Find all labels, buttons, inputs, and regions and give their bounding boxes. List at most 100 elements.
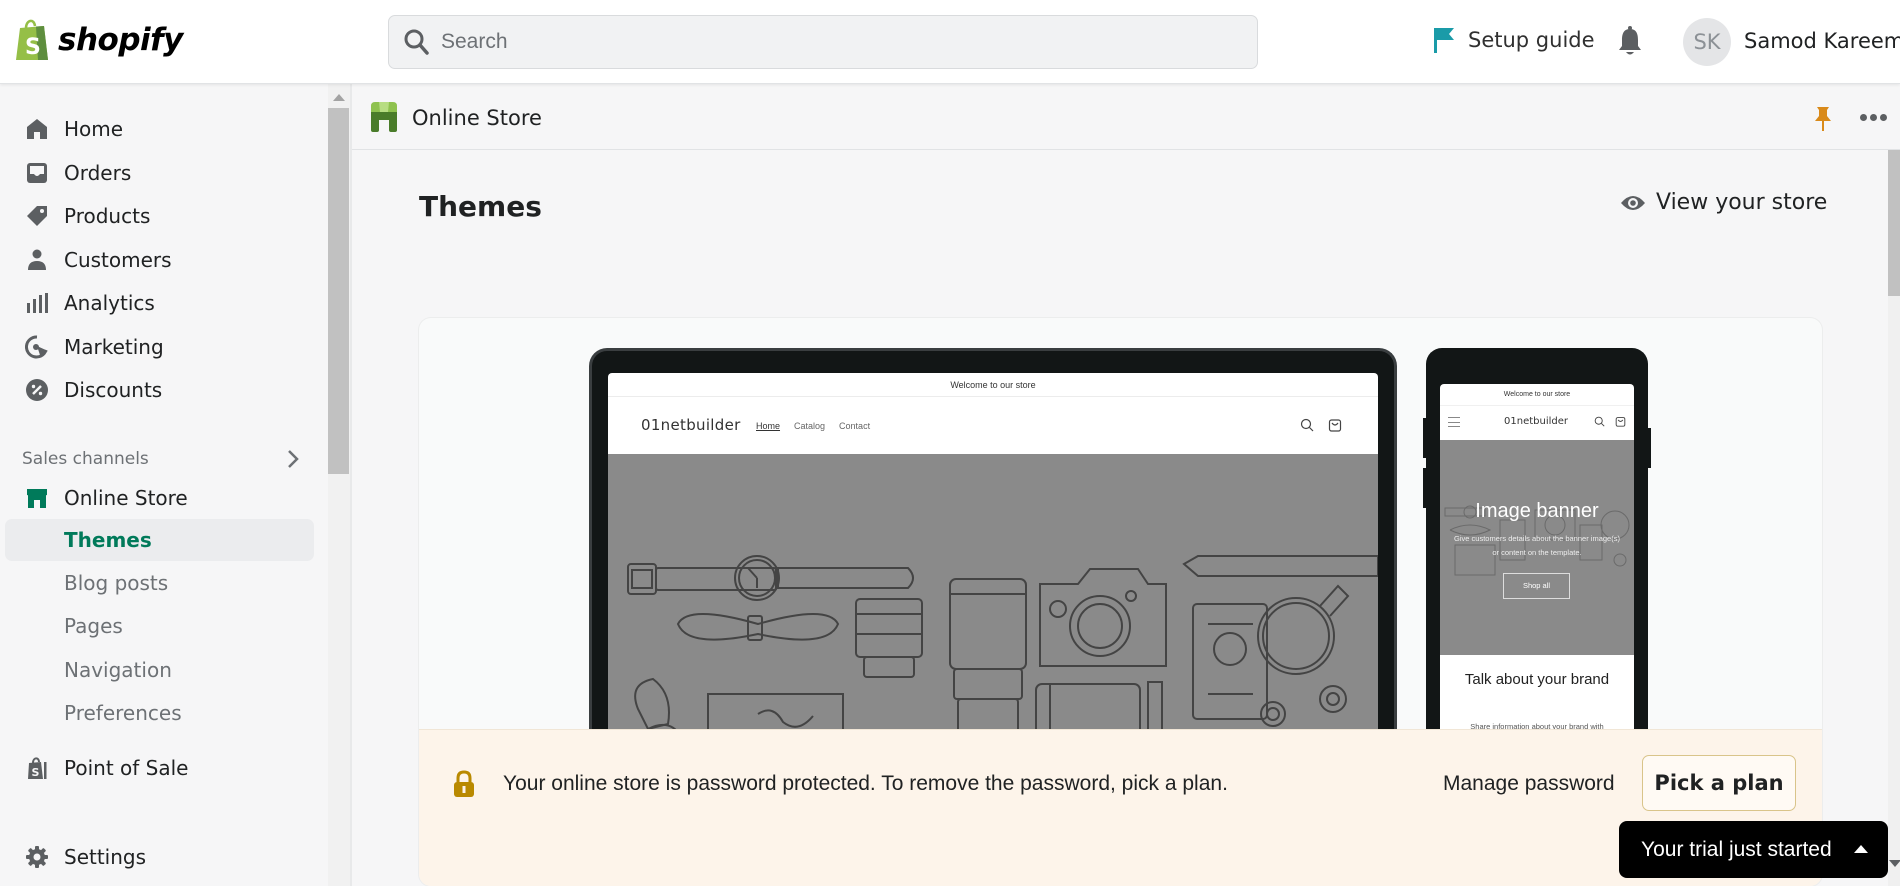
mobile-shop-all-button: Shop all — [1503, 573, 1570, 599]
analytics-icon — [24, 290, 50, 316]
point-of-sale-icon: S — [24, 755, 50, 781]
gear-icon — [24, 844, 50, 870]
marketing-icon — [24, 334, 50, 360]
sidebar-subitem-label: Navigation — [64, 658, 172, 682]
view-store-button[interactable]: View your store — [1620, 190, 1827, 215]
flag-icon — [1434, 28, 1454, 53]
svg-text:S: S — [32, 766, 40, 779]
top-bar: S shopify Setup guide SK Samod Kareem — [0, 0, 1900, 84]
mobile-banner-text: Give customers details about the banner … — [1454, 534, 1620, 557]
mobile-banner-title: Image banner — [1475, 500, 1599, 522]
manage-password-button[interactable]: Manage password — [1443, 772, 1615, 796]
main-scrollbar[interactable] — [1888, 150, 1900, 886]
app-subheader: Online Store — [352, 84, 1900, 150]
chevron-right-icon[interactable] — [284, 448, 302, 470]
hero-illustration — [627, 555, 1378, 773]
mobile-preview-screen: Welcome to our store 01netbuilder Image … — [1440, 384, 1634, 774]
sidebar-scrollbar-thumb[interactable] — [328, 108, 349, 474]
eye-icon — [1621, 195, 1645, 210]
sidebar-item-label: Discounts — [64, 378, 163, 402]
desktop-preview[interactable]: Welcome to our store 01netbuilder Home C… — [589, 348, 1397, 773]
app-title: Online Store — [412, 106, 542, 130]
sidebar-subitem-label: Pages — [64, 614, 123, 638]
sidebar-item-customers[interactable]: Customers — [0, 240, 314, 280]
setup-guide-label: Setup guide — [1468, 28, 1595, 52]
sidebar: Home Orders Products Customers Analytics… — [0, 84, 328, 886]
sidebar-item-label: Point of Sale — [64, 756, 189, 780]
sidebar-item-label: Products — [64, 204, 151, 228]
search-input[interactable] — [441, 30, 1221, 54]
hero-image-banner — [608, 454, 1378, 773]
mobile-search-icon — [1594, 416, 1605, 427]
sidebar-item-settings[interactable]: Settings — [0, 837, 314, 877]
sales-channels-header[interactable]: Sales channels — [22, 444, 302, 474]
online-store-app-icon — [371, 102, 397, 132]
sidebar-item-marketing[interactable]: Marketing — [0, 327, 314, 367]
sidebar-item-label: Orders — [64, 161, 132, 185]
home-icon — [24, 116, 50, 142]
sidebar-item-products[interactable]: Products — [0, 196, 314, 236]
user-name[interactable]: Samod Kareem — [1744, 29, 1900, 53]
search-icon — [404, 29, 429, 55]
pin-icon[interactable] — [1814, 106, 1832, 132]
scroll-up-arrow-icon[interactable] — [333, 94, 345, 101]
caret-up-icon — [1854, 845, 1868, 853]
sidebar-item-online-store[interactable]: Online Store — [0, 478, 314, 518]
user-avatar[interactable]: SK — [1683, 18, 1731, 66]
password-protection-banner: Your online store is password protected.… — [419, 729, 1822, 886]
setup-guide-button[interactable]: Setup guide — [1432, 26, 1595, 54]
mobile-preview[interactable]: Welcome to our store 01netbuilder Image … — [1423, 348, 1651, 774]
sidebar-item-label: Online Store — [64, 486, 188, 510]
sidebar-item-discounts[interactable]: Discounts — [0, 370, 314, 410]
mobile-brand-heading: Talk about your brand — [1464, 671, 1610, 688]
sidebar-item-point-of-sale[interactable]: S Point of Sale — [0, 748, 314, 788]
sidebar-subitem-preferences[interactable]: Preferences — [5, 692, 314, 734]
sidebar-item-label: Analytics — [64, 291, 155, 315]
orders-icon — [24, 160, 50, 186]
notification-bell-icon[interactable] — [1615, 26, 1645, 58]
sidebar-subitem-label: Preferences — [64, 701, 182, 725]
sidebar-subitem-label: Blog posts — [64, 571, 169, 595]
pick-a-plan-button[interactable]: Pick a plan — [1642, 755, 1796, 811]
tag-icon — [24, 203, 50, 229]
desktop-preview-screen: Welcome to our store 01netbuilder Home C… — [608, 373, 1378, 773]
mobile-announcement-bar: Welcome to our store — [1440, 384, 1634, 406]
lock-icon — [454, 770, 474, 797]
sidebar-item-home[interactable]: Home — [0, 109, 314, 149]
sidebar-item-analytics[interactable]: Analytics — [0, 283, 314, 323]
mobile-store-name: 01netbuilder — [1504, 416, 1568, 427]
store-nav-catalog: Catalog — [794, 421, 826, 431]
logo-text: shopify — [58, 22, 183, 58]
sidebar-item-label: Settings — [64, 845, 147, 869]
sidebar-item-label: Home — [64, 117, 124, 141]
sidebar-scrollbar[interactable] — [328, 84, 350, 886]
view-store-label: View your store — [1656, 190, 1828, 215]
scroll-down-arrow-icon[interactable] — [1889, 860, 1900, 867]
mobile-cart-icon — [1615, 417, 1626, 427]
more-actions-icon[interactable] — [1860, 110, 1888, 124]
discount-icon — [24, 377, 50, 403]
search-bar[interactable] — [388, 15, 1258, 69]
store-search-icon — [1300, 418, 1314, 432]
store-cart-icon — [1328, 419, 1342, 432]
announcement-bar: Welcome to our store — [608, 373, 1378, 397]
mobile-store-header: 01netbuilder — [1440, 406, 1634, 440]
store-nav-home: Home — [756, 421, 781, 431]
sidebar-subitem-themes[interactable]: Themes — [5, 519, 314, 561]
sidebar-subitem-label: Themes — [64, 528, 152, 552]
sidebar-item-orders[interactable]: Orders — [0, 153, 314, 193]
store-header: 01netbuilder Home Catalog Contact — [608, 397, 1378, 454]
shopify-bag-icon: S — [16, 19, 48, 60]
store-name: 01netbuilder — [641, 416, 741, 434]
main-scrollbar-thumb[interactable] — [1888, 150, 1900, 296]
sales-channels-label: Sales channels — [22, 449, 149, 469]
trial-status-label: Your trial just started — [1641, 837, 1832, 861]
password-banner-message: Your online store is password protected.… — [503, 772, 1228, 795]
store-nav-contact: Contact — [839, 421, 871, 431]
theme-preview-card: Welcome to our store 01netbuilder Home C… — [419, 318, 1822, 886]
trial-status-button[interactable]: Your trial just started — [1619, 821, 1888, 878]
sidebar-subitem-pages[interactable]: Pages — [5, 605, 314, 647]
sidebar-subitem-blog-posts[interactable]: Blog posts — [5, 562, 314, 604]
sidebar-subitem-navigation[interactable]: Navigation — [5, 649, 314, 691]
shopify-logo[interactable]: S shopify — [14, 18, 183, 62]
